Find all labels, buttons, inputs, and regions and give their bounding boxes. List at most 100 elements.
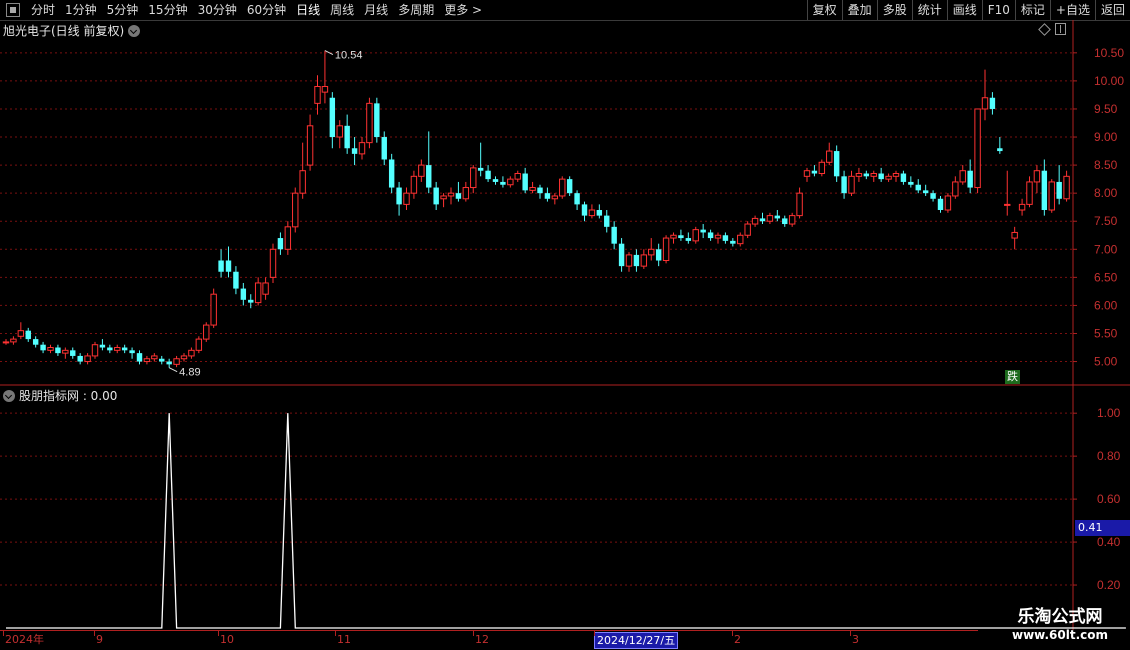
price-axis-label: 8.00 — [1094, 186, 1118, 200]
candle-body — [233, 271, 239, 289]
kline-chart[interactable]: 10.50 10.00 9.50 9.00 8.50 8.00 7.50 7.00 6.50 6.… — [0, 0, 1130, 650]
candle-body — [426, 165, 432, 188]
candle-body — [670, 234, 677, 239]
candle-body — [173, 358, 180, 365]
candle-body — [908, 181, 914, 185]
candle-body — [959, 170, 966, 183]
candle-body — [574, 193, 580, 205]
candle-body — [559, 178, 566, 197]
candle-body — [269, 248, 277, 278]
candle-body — [203, 324, 210, 340]
watermark-logo: 乐淘公式网 www.60lt.com — [990, 606, 1130, 642]
candle-body — [625, 254, 633, 267]
candle-body — [351, 148, 358, 154]
candle-body — [744, 223, 751, 236]
candle-body — [277, 238, 284, 250]
date-axis-label: 12 — [475, 633, 489, 646]
candle-body — [180, 355, 188, 360]
candle-body — [640, 254, 648, 267]
candle-body — [618, 243, 625, 267]
candle-body — [514, 173, 521, 180]
indicator-title-bar: 股朋指标网 : 0.00 — [3, 387, 117, 404]
candle-body — [566, 179, 573, 194]
candle-body — [863, 173, 870, 177]
brand-name: 乐淘公式网 — [1017, 607, 1103, 627]
candle-body — [292, 192, 299, 228]
candle-body — [329, 97, 336, 138]
candle-body — [40, 344, 46, 351]
candle-body — [107, 347, 113, 351]
candle-body — [77, 355, 83, 362]
candle-body — [722, 235, 729, 241]
candle-body — [1018, 203, 1026, 211]
date-axis-label: 11 — [337, 633, 351, 646]
indicator-line — [6, 413, 1126, 629]
candle-body — [766, 215, 774, 222]
candle-body — [143, 358, 151, 363]
candle-body — [974, 108, 981, 189]
candle-body — [2, 341, 10, 344]
candle-body — [55, 347, 61, 354]
date-axis-label: 9 — [96, 633, 103, 646]
candle-body — [1011, 231, 1018, 239]
candle-body — [870, 173, 877, 177]
candle-body — [299, 170, 306, 194]
candle-body — [418, 164, 425, 177]
candle-body — [707, 232, 714, 239]
candle-body — [188, 349, 195, 357]
chevron-down-icon[interactable] — [3, 389, 15, 402]
candle-body — [62, 349, 69, 354]
date-tick — [218, 631, 219, 636]
candle-body — [551, 195, 559, 200]
candle-body — [692, 229, 699, 242]
candle-body — [284, 226, 292, 250]
candle-body — [121, 347, 128, 351]
indicator-axis-label: 1.00 — [1097, 406, 1121, 420]
candle-body — [841, 176, 847, 194]
candle-body — [410, 175, 418, 194]
date-axis-label: 2 — [734, 633, 741, 646]
candle-body — [1056, 181, 1062, 199]
candle-body — [989, 97, 996, 109]
indicator-last-value: 0.41 — [1075, 520, 1130, 536]
candle-body — [492, 179, 499, 182]
candle-body — [714, 234, 722, 239]
candle-body — [254, 282, 262, 304]
candle-body — [588, 209, 596, 217]
candle-body — [396, 187, 402, 205]
candle-body — [596, 210, 603, 216]
crosshair-date-label: 2024/12/27/五 — [594, 632, 679, 649]
candle-body — [455, 193, 462, 199]
candle-body — [210, 293, 217, 326]
candle-body — [604, 215, 610, 227]
candle-body — [403, 192, 410, 205]
candle-body — [374, 103, 380, 138]
price-axis-label: 7.50 — [1094, 214, 1118, 228]
candle-body — [1041, 170, 1048, 210]
indicator-axis-label: 0.60 — [1097, 492, 1121, 506]
candle-body — [129, 350, 135, 354]
candle-body — [818, 161, 826, 175]
candle-body — [166, 361, 172, 365]
candle-body — [944, 195, 952, 211]
candle-body — [151, 355, 158, 360]
candle-body — [900, 173, 907, 182]
candle-body — [655, 249, 662, 261]
candle-body — [485, 170, 491, 180]
candle-body — [240, 288, 247, 300]
candle-body — [1063, 175, 1070, 200]
candle-body — [358, 142, 366, 155]
candle-body — [662, 237, 670, 262]
candle-body — [10, 338, 17, 343]
candle-body — [796, 192, 803, 217]
candle-body — [314, 86, 321, 104]
low-annotation: 4.89 — [179, 367, 200, 379]
candle-body — [678, 235, 684, 239]
price-axis-label: 6.00 — [1094, 298, 1118, 312]
indicator-axis-label: 0.40 — [1097, 535, 1121, 549]
high-annotation: 10.54 — [335, 50, 363, 62]
candle-body — [1033, 170, 1041, 183]
candle-body — [937, 198, 944, 210]
candle-body — [262, 282, 269, 295]
candle-body — [1004, 203, 1011, 206]
